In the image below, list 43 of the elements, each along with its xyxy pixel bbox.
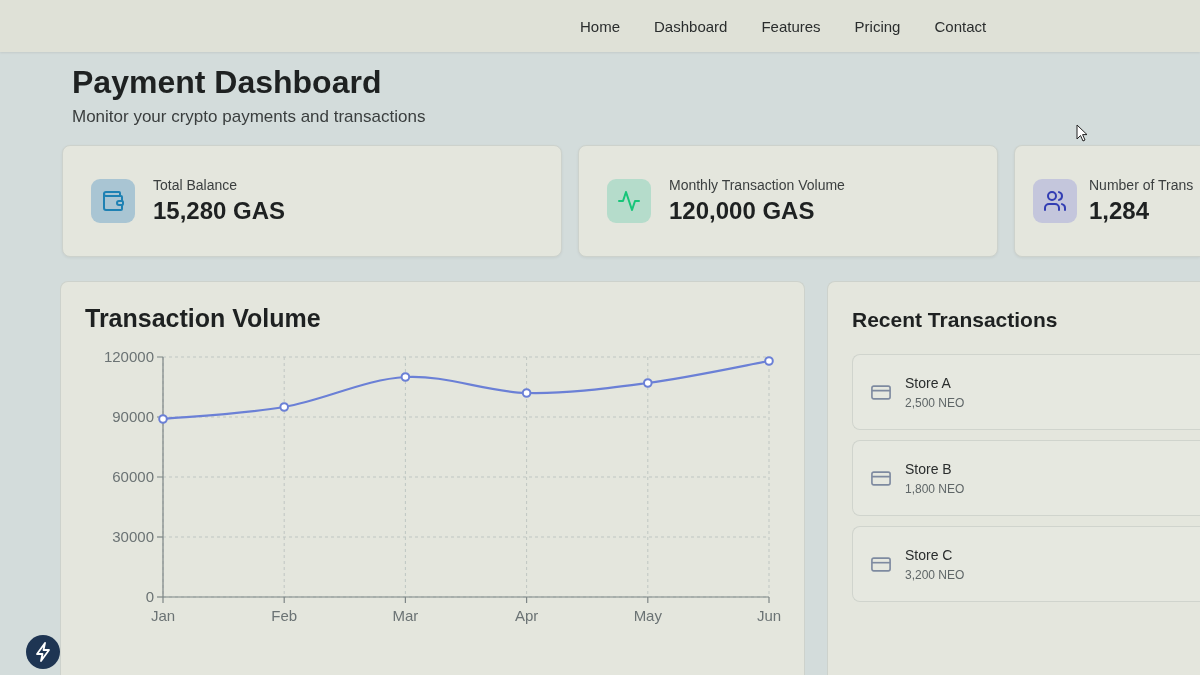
data-point [643, 378, 653, 388]
data-point [400, 372, 411, 382]
store-name: Store B [905, 460, 952, 477]
x-tick-label: Jan [150, 607, 176, 624]
credit-card-icon [871, 384, 891, 400]
stat-value: 1,284 [1089, 197, 1150, 225]
chart-title: Transaction Volume [85, 304, 321, 333]
nav-link[interactable]: Dashboard [654, 17, 728, 35]
y-tick-label: 120000 [103, 348, 154, 365]
nav-link[interactable]: Features [761, 17, 821, 35]
y-tick-label: 30000 [112, 528, 154, 545]
store-name: Store A [905, 374, 951, 391]
transaction-amount: 2,500 NEO [905, 395, 965, 410]
data-point [279, 402, 289, 412]
credit-card-icon [871, 556, 891, 572]
x-tick-label: Jun [756, 607, 782, 624]
data-point [158, 414, 168, 424]
store-name: Store C [905, 546, 953, 563]
page-subtitle: Monitor your crypto payments and transactions [72, 107, 426, 127]
data-point [764, 356, 774, 366]
transaction-amount: 1,800 NEO [905, 481, 965, 496]
stat-label: Total Balance [153, 177, 238, 193]
x-tick-label: Mar [392, 607, 419, 624]
x-tick-label: May [633, 607, 662, 624]
y-tick-label: 0 [145, 588, 154, 605]
recent-transactions-title: Recent Transactions [852, 308, 1058, 332]
stat-value: 15,280 GAS [153, 197, 286, 225]
y-tick-label: 60000 [112, 468, 154, 485]
x-tick-label: Feb [271, 607, 298, 624]
stat-value: 120,000 GAS [669, 197, 815, 225]
stat-label: Number of Trans [1089, 177, 1194, 193]
nav-link[interactable]: Contact [934, 17, 987, 35]
cursor-icon [1076, 124, 1088, 142]
stat-label: Monthly Transaction Volume [669, 177, 845, 193]
transaction-amount: 3,200 NEO [905, 567, 965, 582]
page-title: Payment Dashboard [72, 64, 382, 101]
x-tick-label: Apr [514, 607, 539, 624]
nav-link[interactable]: Home [580, 17, 620, 35]
nav-link[interactable]: Pricing [854, 17, 901, 35]
lightning-icon[interactable] [26, 635, 60, 669]
data-point [521, 388, 532, 398]
credit-card-icon [871, 470, 891, 486]
y-tick-label: 90000 [112, 408, 154, 425]
